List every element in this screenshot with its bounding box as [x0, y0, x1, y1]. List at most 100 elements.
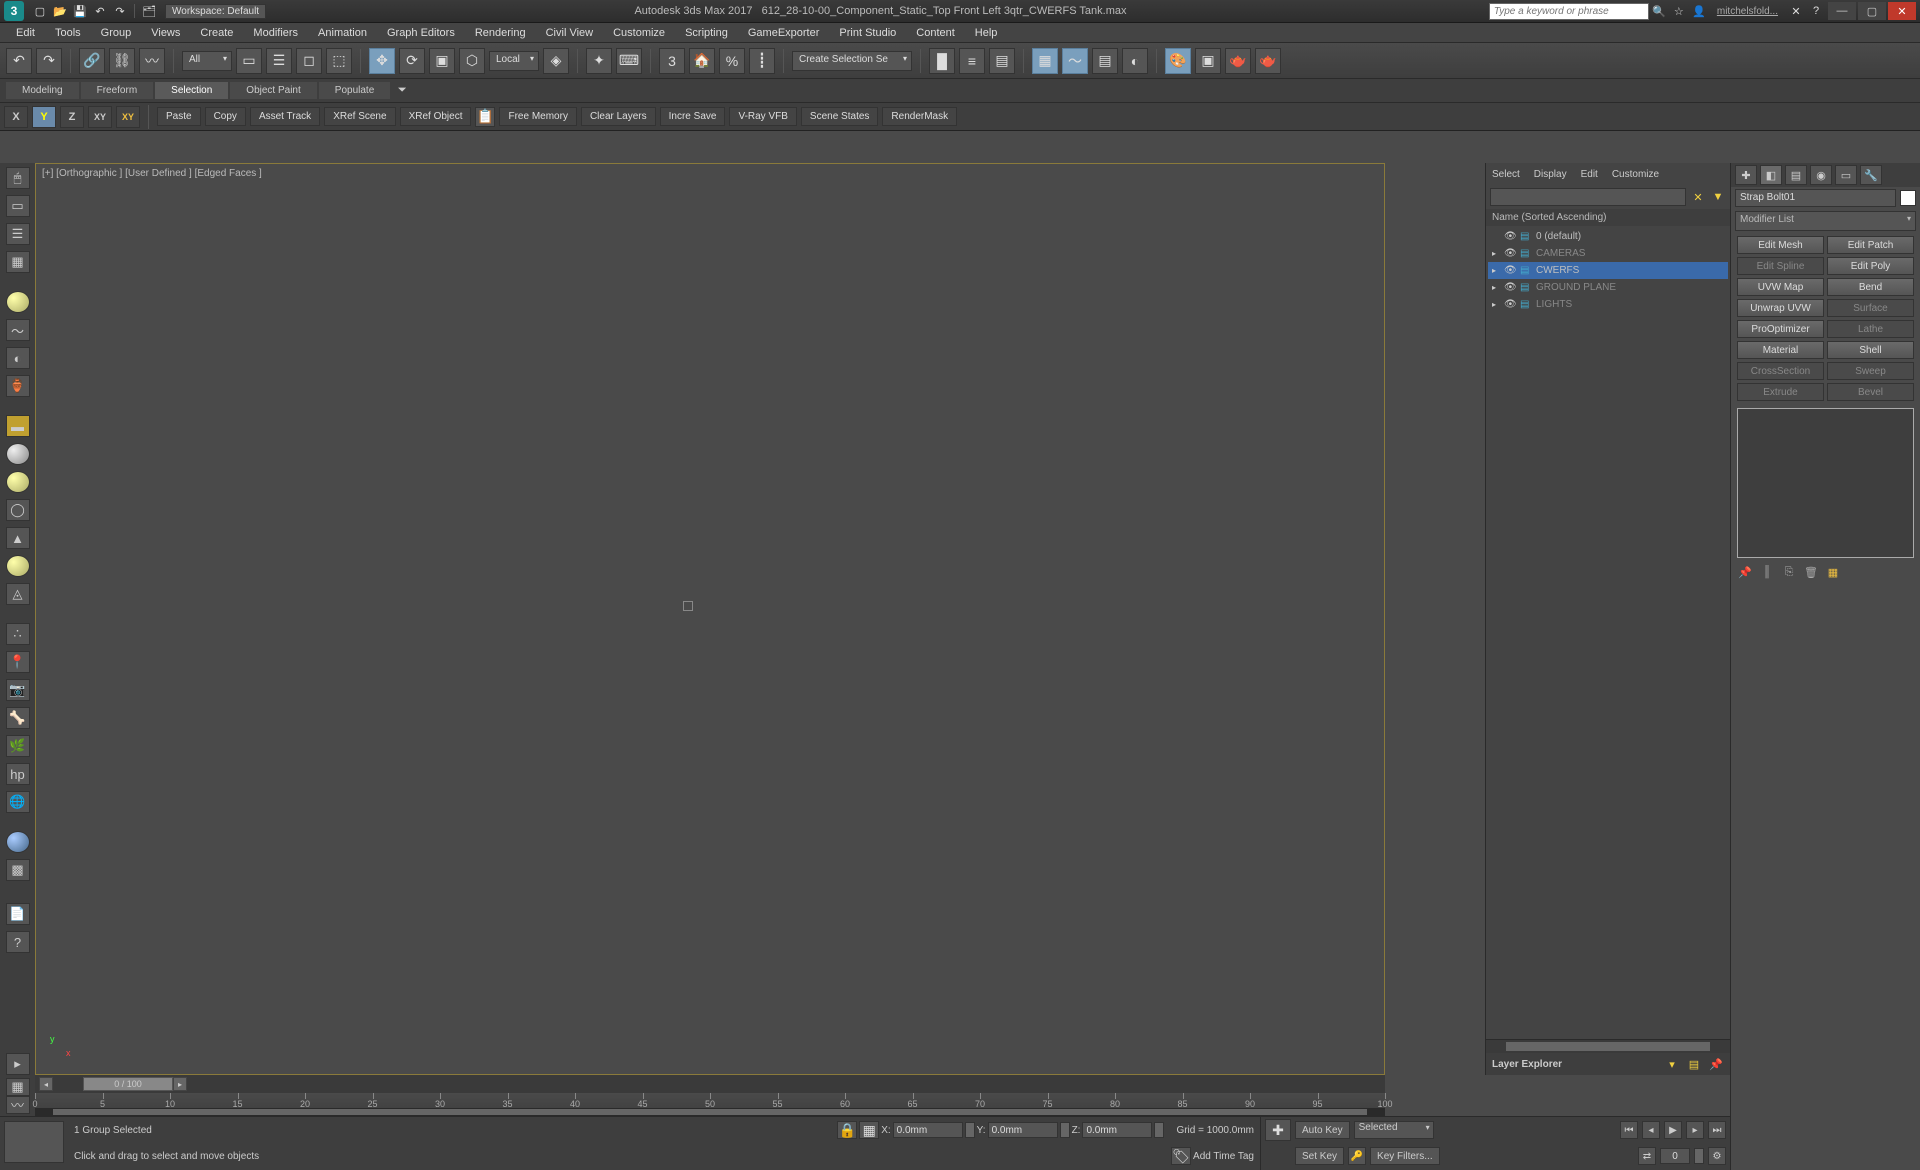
se-menu-select[interactable]: Select	[1492, 169, 1520, 180]
rotate-button[interactable]: ⟳	[399, 48, 425, 74]
script-rendermask-button[interactable]: RenderMask	[882, 107, 957, 126]
menu-create[interactable]: Create	[190, 25, 243, 41]
modifier-edit-patch-button[interactable]: Edit Patch	[1827, 236, 1914, 254]
unlink-button[interactable]: ⛓	[109, 48, 135, 74]
se-menu-customize[interactable]: Customize	[1612, 169, 1659, 180]
axis-y-button[interactable]: Y	[32, 106, 56, 128]
scene-column-header[interactable]: Name (Sorted Ascending)	[1486, 209, 1730, 226]
earth-icon[interactable]: 🌐	[6, 791, 30, 813]
viewport-label[interactable]: [+] [Orthographic ] [User Defined ] [Edg…	[42, 168, 262, 179]
play-button[interactable]: ▶	[1664, 1121, 1682, 1139]
named-selection-dropdown[interactable]: Create Selection Se	[792, 51, 912, 71]
menu-views[interactable]: Views	[141, 25, 190, 41]
visibility-icon[interactable]: 👁	[1504, 231, 1516, 242]
configure-sets-icon[interactable]: ▦	[1825, 564, 1841, 580]
x-input[interactable]	[893, 1122, 963, 1138]
goto-end-button[interactable]: ⏭	[1708, 1121, 1726, 1139]
visibility-icon[interactable]: 👁	[1504, 282, 1516, 293]
ribbon-tab-modeling[interactable]: Modeling	[6, 82, 79, 99]
axis-z-button[interactable]: Z	[60, 106, 84, 128]
setkey-button[interactable]: Set Key	[1295, 1147, 1344, 1165]
geosphere-icon[interactable]	[6, 471, 30, 493]
angle-snap-button[interactable]: 🏠	[689, 48, 715, 74]
material-sphere-icon[interactable]	[6, 831, 30, 853]
absolute-mode-icon[interactable]: ▦	[859, 1121, 879, 1139]
maximize-button[interactable]: ▢	[1858, 2, 1886, 20]
time-config-button[interactable]: ⚙	[1708, 1147, 1726, 1165]
material-editor-button[interactable]: ◐	[1122, 48, 1148, 74]
modifier-bend-button[interactable]: Bend	[1827, 278, 1914, 296]
modifier-stack[interactable]	[1737, 408, 1914, 558]
script-clear-layers-button[interactable]: Clear Layers	[581, 107, 656, 126]
next-frame-button[interactable]: ▸	[1686, 1121, 1704, 1139]
modifier-prooptimizer-button[interactable]: ProOptimizer	[1737, 320, 1824, 338]
menu-civil-view[interactable]: Civil View	[536, 25, 603, 41]
script-asset-track-button[interactable]: Asset Track	[250, 107, 320, 126]
axis-x-button[interactable]: X	[4, 106, 28, 128]
open-icon[interactable]: 📂	[51, 3, 69, 19]
script-scene-states-button[interactable]: Scene States	[801, 107, 878, 126]
scene-filter-input[interactable]	[1490, 188, 1686, 206]
redo-icon[interactable]: ↷	[111, 3, 129, 19]
time-slider-thumb[interactable]: 0 / 100	[83, 1077, 173, 1091]
new-icon[interactable]: ▢	[31, 3, 49, 19]
project-icon[interactable]: 🗂	[140, 3, 158, 19]
se-menu-display[interactable]: Display	[1534, 169, 1567, 180]
select-region-button[interactable]: ◻	[296, 48, 322, 74]
modifier-unwrap-uvw-button[interactable]: Unwrap UVW	[1737, 299, 1824, 317]
script-xref-scene-button[interactable]: XRef Scene	[324, 107, 395, 126]
prev-frame-button[interactable]: ◂	[1642, 1121, 1660, 1139]
range-bar[interactable]	[35, 1108, 1385, 1116]
align-button[interactable]: ≡	[959, 48, 985, 74]
sun-icon[interactable]	[6, 555, 30, 577]
expand-arrow-icon[interactable]: ▸	[1492, 283, 1500, 292]
remove-mod-icon[interactable]: 🗑	[1803, 564, 1819, 580]
display-tab[interactable]: ▭	[1835, 165, 1857, 185]
undo-button[interactable]: ↶	[6, 48, 32, 74]
app-logo[interactable]: 3	[4, 1, 24, 21]
light-icon[interactable]	[6, 291, 30, 313]
sphere-icon[interactable]	[6, 443, 30, 465]
pin-stack-icon[interactable]: 📌	[1737, 564, 1753, 580]
script-free-memory-button[interactable]: Free Memory	[499, 107, 576, 126]
mirror-button[interactable]: ▐▌	[929, 48, 955, 74]
y-input[interactable]	[988, 1122, 1058, 1138]
clear-filter-icon[interactable]: ✕	[1690, 189, 1706, 205]
script-icon[interactable]: 📄	[6, 903, 30, 925]
shape-icon[interactable]: ◐	[6, 347, 30, 369]
modifier-shell-button[interactable]: Shell	[1827, 341, 1914, 359]
move-button[interactable]: ✥	[369, 48, 395, 74]
frame-spinner[interactable]	[1694, 1148, 1704, 1164]
z-spinner[interactable]	[1154, 1122, 1164, 1138]
expand-arrow-icon[interactable]: ▸	[1492, 249, 1500, 258]
selection-icon[interactable]: ▭	[6, 195, 30, 217]
z-input[interactable]	[1082, 1122, 1152, 1138]
unique-icon[interactable]: ⎘	[1781, 564, 1797, 580]
placement-button[interactable]: ⬡	[459, 48, 485, 74]
user-menu[interactable]: mitchelsfold...	[1717, 6, 1778, 17]
viewport[interactable]: [+] [Orthographic ] [User Defined ] [Edg…	[35, 163, 1385, 1075]
scene-row-0-default-[interactable]: 👁▤0 (default)	[1488, 228, 1728, 245]
minimize-button[interactable]: —	[1828, 2, 1856, 20]
modifier-uvw-map-button[interactable]: UVW Map	[1737, 278, 1824, 296]
list-icon[interactable]: ☰	[6, 223, 30, 245]
ribbon-tab-populate[interactable]: Populate	[319, 82, 390, 99]
checker-icon[interactable]: ▩	[6, 859, 30, 881]
menu-gameexporter[interactable]: GameExporter	[738, 25, 830, 41]
expand-icon[interactable]: ▸	[6, 1053, 30, 1075]
spinner-snap-button[interactable]: ┋	[749, 48, 775, 74]
scene-row-lights[interactable]: ▸👁▤LIGHTS	[1488, 296, 1728, 313]
show-result-icon[interactable]: ║	[1759, 564, 1775, 580]
grid-icon[interactable]: ▦	[6, 251, 30, 273]
lathe-shape-icon[interactable]: 🏺	[6, 375, 30, 397]
layers-button[interactable]: ▤	[989, 48, 1015, 74]
box-icon[interactable]: ▬	[6, 415, 30, 437]
menu-help[interactable]: Help	[965, 25, 1008, 41]
filter-icon[interactable]: ▼	[1710, 189, 1726, 205]
manipulate-button[interactable]: ✦	[586, 48, 612, 74]
scale-button[interactable]: ▣	[429, 48, 455, 74]
bone-icon[interactable]: 🦴	[6, 707, 30, 729]
modifier-edit-mesh-button[interactable]: Edit Mesh	[1737, 236, 1824, 254]
bind-spacewarp-button[interactable]: 〰	[139, 48, 165, 74]
menu-content[interactable]: Content	[906, 25, 965, 41]
